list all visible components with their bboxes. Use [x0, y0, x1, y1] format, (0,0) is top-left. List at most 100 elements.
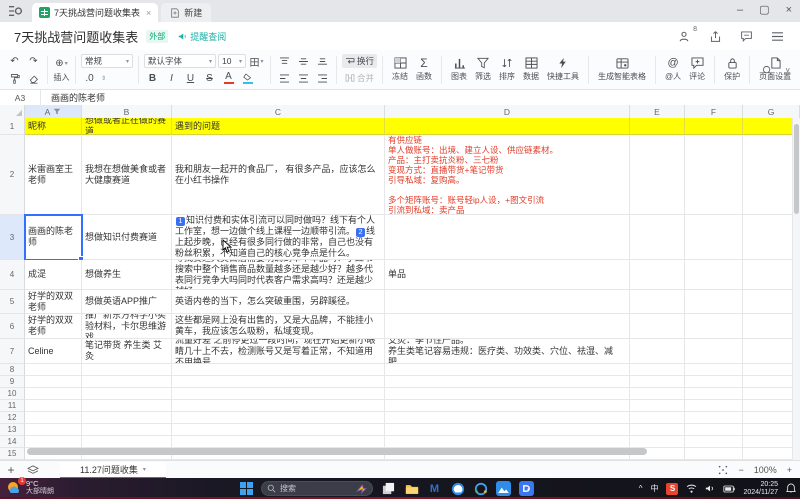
- cell-E6[interactable]: [630, 314, 685, 339]
- document-tab[interactable]: 7天挑战营问题收集表 ×: [32, 3, 158, 22]
- column-header-F[interactable]: F: [685, 105, 743, 118]
- mountain-app-icon[interactable]: [496, 481, 511, 496]
- formula-input[interactable]: 画画的陈老师: [51, 91, 105, 104]
- cell-D2[interactable]: 有供应链 单人做账号：出境、建立人设、供应链素材。 产品：主打卖抗炎粉、三七粉 …: [385, 135, 630, 215]
- windows-start-button[interactable]: [240, 482, 253, 495]
- decimal-places-button[interactable]: .0: [81, 71, 98, 85]
- row-header-12[interactable]: 12: [0, 412, 25, 424]
- column-header-A[interactable]: A: [25, 105, 82, 118]
- wrap-text-button[interactable]: 换行: [342, 54, 377, 68]
- cell-B6[interactable]: 推广新东方科学小实验材料，卡尔思维游戏: [82, 314, 172, 339]
- vertical-scrollbar[interactable]: [792, 118, 800, 460]
- row-header-2[interactable]: 2: [0, 135, 25, 215]
- pan-view-icon[interactable]: [718, 465, 728, 475]
- cell-D12[interactable]: [385, 412, 630, 424]
- spreadsheet-grid[interactable]: 1昵称想做或者正在做的赛道遇到的问题2米雷画室王老师我想在想做美食或者大健康赛道…: [0, 118, 800, 460]
- task-view-icon[interactable]: [381, 481, 396, 496]
- row-header-14[interactable]: 14: [0, 436, 25, 448]
- align-top-icon[interactable]: [276, 54, 293, 68]
- cell-A4[interactable]: 成湜: [25, 260, 82, 290]
- cell-C6[interactable]: 这些都是网上没有出售的，又是大品牌，不能挂小黄车，我应该怎么吸粉，私域变现。: [172, 314, 385, 339]
- bold-button[interactable]: B: [144, 71, 161, 85]
- freeze-panes-button[interactable]: 冻结: [388, 57, 412, 82]
- cell-C9[interactable]: [172, 376, 385, 388]
- quick-tools-button[interactable]: 快捷工具: [543, 57, 583, 82]
- cell-A11[interactable]: [25, 400, 82, 412]
- underline-button[interactable]: U: [182, 71, 199, 85]
- cell-F15[interactable]: [685, 448, 743, 460]
- cell-C12[interactable]: [172, 412, 385, 424]
- cell-C1[interactable]: 遇到的问题: [172, 118, 385, 135]
- cell-E9[interactable]: [630, 376, 685, 388]
- align-left-icon[interactable]: [276, 71, 293, 85]
- cell-D14[interactable]: [385, 436, 630, 448]
- cell-A5[interactable]: 好学的双双老师: [25, 290, 82, 314]
- cell-C8[interactable]: [172, 364, 385, 376]
- close-button[interactable]: ×: [786, 2, 792, 18]
- cell-B8[interactable]: [82, 364, 172, 376]
- row-header-8[interactable]: 8: [0, 364, 25, 376]
- cell-B2[interactable]: 我想在想做美食或者大健康赛道: [82, 135, 172, 215]
- cell-B5[interactable]: 想做英语APP推广: [82, 290, 172, 314]
- volume-icon[interactable]: [705, 484, 715, 493]
- new-document-tab[interactable]: 新建: [161, 3, 211, 22]
- select-all-corner[interactable]: [0, 105, 25, 118]
- cell-E1[interactable]: [630, 118, 685, 135]
- cell-E4[interactable]: [630, 260, 685, 290]
- row-header-4[interactable]: 4: [0, 260, 25, 290]
- row-header-13[interactable]: 13: [0, 424, 25, 436]
- cell-A12[interactable]: [25, 412, 82, 424]
- at-people-button[interactable]: @ @人: [661, 57, 685, 82]
- strikethrough-button[interactable]: S: [201, 71, 218, 85]
- cell-A3[interactable]: 画画的陈老师: [25, 215, 82, 260]
- chart-button[interactable]: 图表: [447, 57, 471, 82]
- column-header-G[interactable]: G: [743, 105, 800, 118]
- horizontal-scrollbar[interactable]: [27, 448, 647, 455]
- cell-D8[interactable]: [385, 364, 630, 376]
- cell-A6[interactable]: 好学的双双老师: [25, 314, 82, 339]
- tab-close-icon[interactable]: ×: [146, 8, 151, 18]
- cell-E14[interactable]: [630, 436, 685, 448]
- cell-A10[interactable]: [25, 388, 82, 400]
- cell-C14[interactable]: [172, 436, 385, 448]
- sheet-tab-active[interactable]: 11.27问题收集 ▾: [60, 462, 166, 479]
- sheet-tab-menu-icon[interactable]: ▾: [143, 466, 146, 473]
- cell-F11[interactable]: [685, 400, 743, 412]
- cell-B7[interactable]: 笔记带货 养生类 艾灸: [82, 339, 172, 364]
- taskbar-weather-widget[interactable]: 1 9°C 大部晴朗: [6, 479, 54, 496]
- cell-F6[interactable]: [685, 314, 743, 339]
- column-header-D[interactable]: D: [385, 105, 630, 118]
- add-sheet-button[interactable]: +: [0, 463, 22, 477]
- column-header-E[interactable]: E: [630, 105, 685, 118]
- cell-F9[interactable]: [685, 376, 743, 388]
- maximize-button[interactable]: ▢: [759, 2, 769, 18]
- cell-F2[interactable]: [685, 135, 743, 215]
- cell-C3[interactable]: 1知识付费和实体引流可以同时做吗？线下有个人工作室，想一边做个线上课程一边顺带引…: [172, 215, 385, 260]
- comment-button[interactable]: 评论: [685, 57, 709, 82]
- data-button[interactable]: 数据: [519, 57, 543, 82]
- menu-icon[interactable]: [771, 31, 784, 42]
- cell-D11[interactable]: [385, 400, 630, 412]
- cell-A13[interactable]: [25, 424, 82, 436]
- row-header-10[interactable]: 10: [0, 388, 25, 400]
- filter-button[interactable]: 筛选: [471, 57, 495, 82]
- cell-F7[interactable]: [685, 339, 743, 364]
- cell-B12[interactable]: [82, 412, 172, 424]
- cell-B3[interactable]: 想做知识付费赛道: [82, 215, 172, 260]
- cell-E8[interactable]: [630, 364, 685, 376]
- blue-square-app-icon[interactable]: [519, 481, 534, 496]
- borders-icon[interactable]: 田▾: [248, 54, 265, 68]
- cell-A9[interactable]: [25, 376, 82, 388]
- cell-D9[interactable]: [385, 376, 630, 388]
- notification-icon[interactable]: [786, 483, 796, 494]
- cell-C13[interactable]: [172, 424, 385, 436]
- merge-cells-button[interactable]: 合并: [342, 71, 377, 85]
- cell-C5[interactable]: 英语内卷的当下，怎么突破重围，另辟蹊径。: [172, 290, 385, 314]
- cell-B4[interactable]: 想做养生: [82, 260, 172, 290]
- cell-B1[interactable]: 想做或者正在做的赛道: [82, 118, 172, 135]
- redo-icon[interactable]: ↷: [25, 54, 42, 68]
- comment-icon[interactable]: [740, 30, 753, 42]
- file-explorer-icon[interactable]: [404, 481, 419, 496]
- sort-button[interactable]: 排序: [495, 57, 519, 82]
- wifi-icon[interactable]: [686, 484, 697, 493]
